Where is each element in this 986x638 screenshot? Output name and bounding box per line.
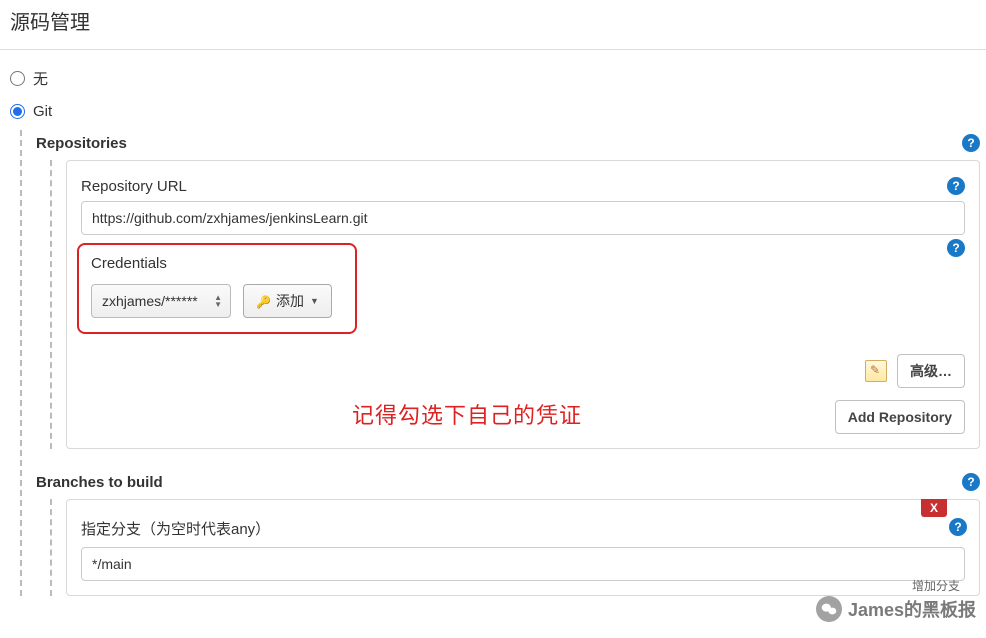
wechat-icon bbox=[816, 596, 842, 622]
notepad-icon[interactable] bbox=[865, 360, 887, 382]
branch-spec-block: X ? 指定分支（为空时代表any） bbox=[66, 499, 980, 596]
close-icon[interactable]: X bbox=[921, 499, 947, 517]
repo-url-label: Repository URL bbox=[81, 178, 187, 195]
help-icon[interactable]: ? bbox=[947, 239, 965, 257]
radio-none[interactable] bbox=[10, 71, 25, 86]
branches-indent: X ? 指定分支（为空时代表any） bbox=[50, 499, 980, 596]
repository-block: Repository URL ? Credentials zxhjames/**… bbox=[66, 160, 980, 449]
add-credentials-label: 添加 bbox=[276, 291, 304, 311]
branches-header: Branches to build ? bbox=[36, 469, 980, 499]
credentials-label: Credentials bbox=[91, 255, 167, 272]
branches-title: Branches to build bbox=[36, 474, 163, 491]
watermark: James的黑板报 bbox=[816, 596, 976, 622]
section-header: 源码管理 bbox=[0, 0, 986, 50]
branch-spec-label: 指定分支（为空时代表any） bbox=[81, 518, 965, 539]
repo-url-input[interactable] bbox=[81, 201, 965, 235]
radio-none-label: 无 bbox=[33, 68, 48, 89]
advanced-button[interactable]: 高级… bbox=[897, 354, 965, 388]
section-title: 源码管理 bbox=[10, 12, 90, 34]
repositories-header: Repositories ? bbox=[36, 130, 980, 160]
scm-option-none[interactable]: 无 bbox=[6, 64, 980, 93]
branch-spec-input[interactable] bbox=[81, 547, 965, 581]
select-arrows-icon: ▲▼ bbox=[214, 294, 222, 308]
scm-option-git[interactable]: Git bbox=[6, 99, 980, 124]
help-icon[interactable]: ? bbox=[947, 177, 965, 195]
credentials-highlight: Credentials zxhjames/****** ▲▼ bbox=[77, 243, 357, 334]
repositories-indent: Repository URL ? Credentials zxhjames/**… bbox=[50, 160, 980, 449]
radio-git[interactable] bbox=[10, 104, 25, 119]
radio-git-label: Git bbox=[33, 103, 52, 120]
repositories-title: Repositories bbox=[36, 135, 127, 152]
credentials-select[interactable]: zxhjames/****** ▲▼ bbox=[91, 284, 231, 318]
key-icon bbox=[256, 293, 272, 309]
help-icon[interactable]: ? bbox=[949, 518, 967, 536]
help-icon[interactable]: ? bbox=[962, 134, 980, 152]
credentials-selected: zxhjames/****** bbox=[102, 293, 198, 309]
add-credentials-button[interactable]: 添加 ▼ bbox=[243, 284, 332, 318]
branches-block: Branches to build ? X ? 指定分支（为空时代表any） bbox=[36, 469, 980, 596]
watermark-text: James的黑板报 bbox=[848, 596, 976, 622]
help-icon[interactable]: ? bbox=[962, 473, 980, 491]
add-branch-hint: 增加分支 bbox=[912, 577, 960, 594]
scm-content: 无 Git 记得勾选下自己的凭证 Repositories ? Reposito… bbox=[0, 50, 986, 596]
repo-actions: 高级… bbox=[81, 354, 965, 388]
repo-url-row: Repository URL ? bbox=[81, 173, 965, 201]
chevron-down-icon: ▼ bbox=[310, 296, 319, 306]
git-settings: 记得勾选下自己的凭证 Repositories ? Repository URL… bbox=[20, 130, 980, 596]
add-repository-button[interactable]: Add Repository bbox=[835, 400, 965, 434]
add-repo-row: Add Repository bbox=[81, 400, 965, 434]
